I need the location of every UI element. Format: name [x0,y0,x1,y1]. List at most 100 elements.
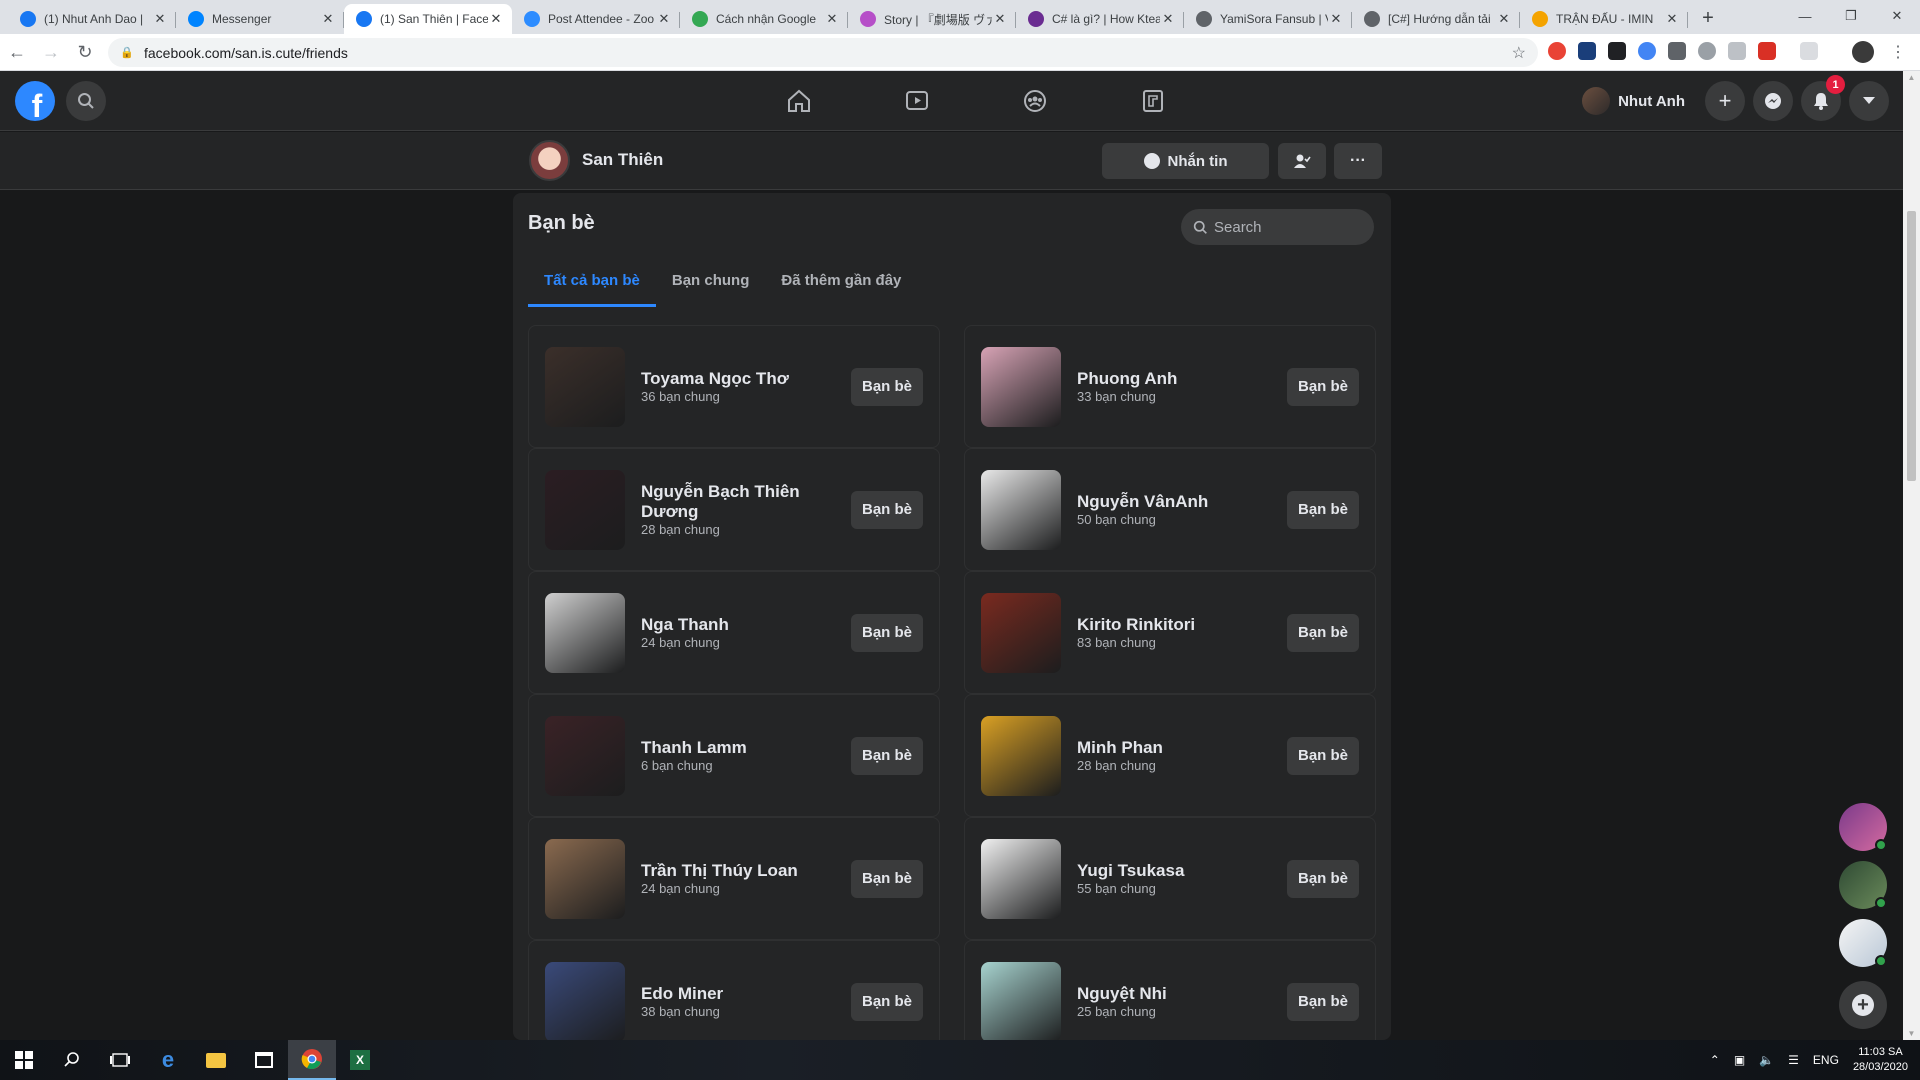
extension-icon[interactable] [1578,42,1596,60]
forward-arrow-icon[interactable]: → [34,42,68,63]
search-button[interactable] [66,81,106,121]
mutual-friends-count[interactable]: 24 bạn chung [641,635,833,650]
browser-tab[interactable]: Story | 『劇場版 ヴァ ✕ [848,4,1016,34]
extension-icon[interactable] [1638,42,1656,60]
mutual-friends-count[interactable]: 50 bạn chung [1077,512,1269,527]
close-tab-icon[interactable]: ✕ [1328,11,1344,27]
edge-icon[interactable]: e [144,1040,192,1080]
browser-tab[interactable]: YamiSora Fansub | V ✕ [1184,4,1352,34]
close-tab-icon[interactable]: ✕ [1496,11,1512,27]
friend-name[interactable]: Nguyệt Nhi [1077,984,1269,1004]
close-window-button[interactable]: ✕ [1874,0,1920,32]
language-indicator[interactable]: ENG [1813,1053,1839,1067]
close-tab-icon[interactable]: ✕ [992,11,1008,27]
friend-avatar[interactable] [981,346,1061,427]
friend-status-button[interactable]: Bạn bè [851,859,923,898]
extension-icon[interactable] [1698,42,1716,60]
back-arrow-icon[interactable]: ← [0,42,34,63]
close-tab-icon[interactable]: ✕ [656,11,672,27]
browser-menu-icon[interactable]: ⋮ [1890,42,1906,62]
friend-avatar[interactable] [545,469,625,550]
action-center-icon[interactable]: ☰ [1788,1053,1799,1067]
friend-name[interactable]: Kirito Rinkitori [1077,615,1269,635]
friend-avatar[interactable] [981,592,1061,673]
mutual-friends-count[interactable]: 38 bạn chung [641,1004,833,1019]
friend-status-button[interactable]: Bạn bè [851,367,923,406]
friend-avatar[interactable] [981,715,1061,796]
friend-avatar[interactable] [545,592,625,673]
friend-status-button[interactable]: Bạn bè [1287,859,1359,898]
new-message-button[interactable]: + [1839,981,1887,1029]
scroll-up-arrow-icon[interactable]: ▲ [1907,73,1916,82]
minimize-button[interactable]: — [1782,0,1828,32]
new-tab-button[interactable]: + [1694,4,1722,32]
friends-search-input[interactable]: Search [1181,209,1374,245]
tab-mutual-friends[interactable]: Bạn chung [656,253,766,307]
friend-status-button[interactable]: Bạn bè [1287,367,1359,406]
close-tab-icon[interactable]: ✕ [152,11,168,27]
browser-tab[interactable]: (1) Nhut Anh Dao | ✕ [8,4,176,34]
search-icon[interactable] [48,1040,96,1080]
profile-name[interactable]: San Thiên [582,150,663,170]
friend-avatar[interactable] [545,715,625,796]
friend-name[interactable]: Toyama Ngọc Thơ [641,369,833,389]
friend-name[interactable]: Minh Phan [1077,738,1269,758]
mutual-friends-count[interactable]: 33 bạn chung [1077,389,1269,404]
friend-avatar[interactable] [545,346,625,427]
nav-groups[interactable] [976,71,1094,131]
account-menu-button[interactable] [1849,81,1889,121]
extension-icon[interactable] [1548,42,1566,60]
task-view-icon[interactable] [96,1040,144,1080]
close-tab-icon[interactable]: ✕ [320,11,336,27]
browser-tab[interactable]: C# là gì? | How Ktea ✕ [1016,4,1184,34]
extension-icon[interactable] [1758,42,1776,60]
tab-all-friends[interactable]: Tất cả bạn bè [528,253,656,307]
bookmark-star-icon[interactable]: ☆ [1512,43,1526,63]
friend-name[interactable]: Thanh Lamm [641,738,833,758]
mutual-friends-count[interactable]: 25 bạn chung [1077,1004,1269,1019]
excel-icon[interactable]: X [336,1040,384,1080]
page-scrollbar[interactable]: ▲ ▼ [1903,71,1920,1040]
mutual-friends-count[interactable]: 83 bạn chung [1077,635,1269,650]
extension-icon[interactable] [1668,42,1686,60]
friend-name[interactable]: Edo Miner [641,984,833,1004]
extension-icon[interactable] [1608,42,1626,60]
mutual-friends-count[interactable]: 24 bạn chung [641,881,833,896]
tab-recently-added[interactable]: Đã thêm gần đây [765,253,917,307]
reload-icon[interactable]: ↻ [68,42,102,63]
friend-avatar[interactable] [981,838,1061,919]
friend-status-button[interactable] [1278,143,1326,179]
extension-icon[interactable] [1728,42,1746,60]
chat-head[interactable] [1839,861,1887,909]
browser-tab[interactable]: Messenger ✕ [176,4,344,34]
browser-tab[interactable]: Cách nhận Google ✕ [680,4,848,34]
mutual-friends-count[interactable]: 36 bạn chung [641,389,833,404]
friend-status-button[interactable]: Bạn bè [851,490,923,529]
friend-name[interactable]: Nguyễn Bạch Thiên Dương [641,482,833,522]
nav-watch[interactable] [858,71,976,131]
mutual-friends-count[interactable]: 6 bạn chung [641,758,833,773]
volume-icon[interactable]: 🔈 [1759,1053,1774,1067]
friend-name[interactable]: Nguyễn VânAnh [1077,492,1269,512]
browser-tab[interactable]: Post Attendee - Zoo ✕ [512,4,680,34]
friend-status-button[interactable]: Bạn bè [851,736,923,775]
clock[interactable]: 11:03 SA 28/03/2020 [1853,1045,1908,1075]
browser-tab[interactable]: [C#] Hướng dẫn tải ✕ [1352,4,1520,34]
create-button[interactable]: + [1705,81,1745,121]
chrome-taskbar-icon[interactable] [288,1040,336,1080]
chevron-up-icon[interactable]: ⌃ [1710,1053,1720,1067]
friend-status-button[interactable]: Bạn bè [1287,490,1359,529]
nav-home[interactable] [740,71,858,131]
friend-status-button[interactable]: Bạn bè [1287,736,1359,775]
nav-gaming[interactable] [1094,71,1212,131]
maximize-button[interactable]: ❐ [1828,0,1874,32]
friend-name[interactable]: Phuong Anh [1077,369,1269,389]
friend-avatar[interactable] [545,838,625,919]
scroll-down-arrow-icon[interactable]: ▼ [1907,1029,1916,1038]
facebook-logo[interactable]: f [15,81,55,121]
friend-name[interactable]: Trần Thị Thúy Loan [641,861,833,881]
file-explorer-icon[interactable] [192,1040,240,1080]
friend-status-button[interactable]: Bạn bè [1287,613,1359,652]
network-icon[interactable]: ▣ [1734,1053,1745,1067]
close-tab-icon[interactable]: ✕ [1664,11,1680,27]
